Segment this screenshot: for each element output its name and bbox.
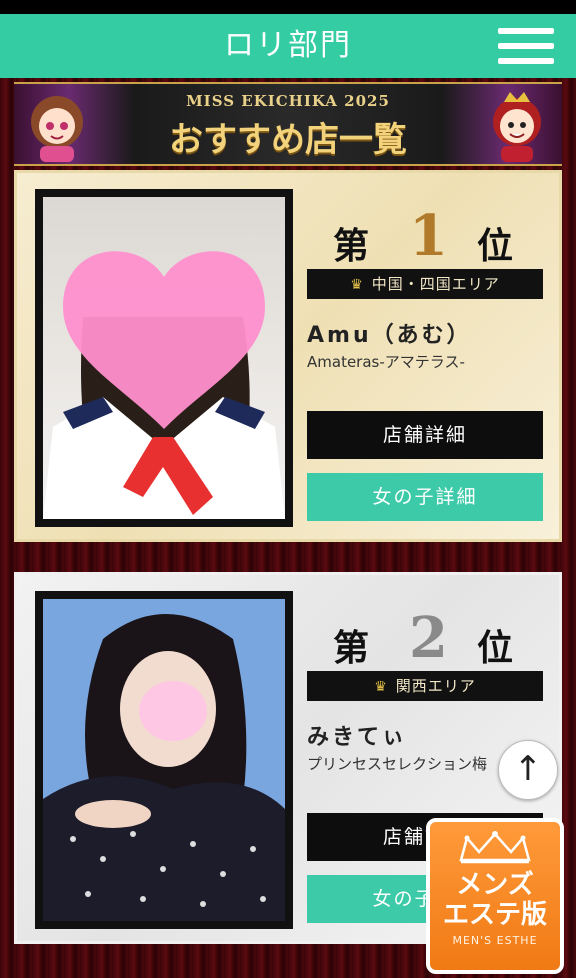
status-bar xyxy=(0,0,576,14)
mens-esthe-subtitle: MEN'S ESTHE xyxy=(452,934,538,947)
page-title: ロリ部門 xyxy=(224,28,352,63)
area-label: 中国・四国エリア xyxy=(371,275,500,293)
girl-photo[interactable] xyxy=(43,197,285,519)
area-badge: ♛ 中国・四国エリア xyxy=(307,269,543,299)
privacy-blur-icon xyxy=(139,681,207,741)
girl-photo-illustration xyxy=(43,251,285,519)
hamburger-menu-icon[interactable] xyxy=(498,28,554,64)
mens-esthe-button[interactable]: メンズ エステ版 MEN'S ESTHE xyxy=(426,818,564,974)
area-badge: ♛ 関西エリア xyxy=(307,671,543,701)
area-label: 関西エリア xyxy=(395,677,476,695)
girl-photo[interactable] xyxy=(43,599,285,921)
girl-name: Amu（あむ） xyxy=(307,323,472,348)
crown-icon: ♛ xyxy=(374,679,388,695)
arrow-up-icon: ↑ xyxy=(513,749,543,789)
girl-photo-illustration xyxy=(43,614,285,921)
crown-icon: ♛ xyxy=(350,277,364,293)
shop-details-button[interactable]: 店舗詳細 xyxy=(307,411,543,459)
girl-details-button[interactable]: 女の子詳細 xyxy=(307,473,543,521)
rank-suffix: 位 xyxy=(477,627,514,669)
scroll-to-top-button[interactable]: ↑ xyxy=(498,740,558,800)
mascot-girl-right-icon xyxy=(493,92,541,162)
rank-suffix: 位 xyxy=(477,225,514,267)
mens-esthe-line1: メンズ xyxy=(456,870,534,900)
rank-prefix: 第 xyxy=(333,225,370,267)
app-header: ロリ部門 xyxy=(0,14,576,78)
rank-label: 第 2 位 xyxy=(317,605,547,675)
shop-name: Amateras-アマテラス- xyxy=(307,353,465,371)
girl-photo-frame xyxy=(35,591,293,929)
recommended-shops-banner[interactable]: MISS EKICHIKA 2025 おすすめ店一覧 xyxy=(14,82,562,166)
rank-number: 2 xyxy=(409,605,448,671)
girl-photo-frame xyxy=(35,189,293,527)
rank-number: 1 xyxy=(409,203,448,269)
girl-name: みきてぃ xyxy=(307,725,408,750)
rank-prefix: 第 xyxy=(333,627,370,669)
rank-label: 第 1 位 xyxy=(317,203,547,273)
tiara-icon xyxy=(459,831,531,864)
mens-esthe-line2: エステ版 xyxy=(442,900,547,930)
ranking-card-1: 第 1 位 ♛ 中国・四国エリア Amu（あむ） Amateras-アマテラス- … xyxy=(14,170,562,542)
